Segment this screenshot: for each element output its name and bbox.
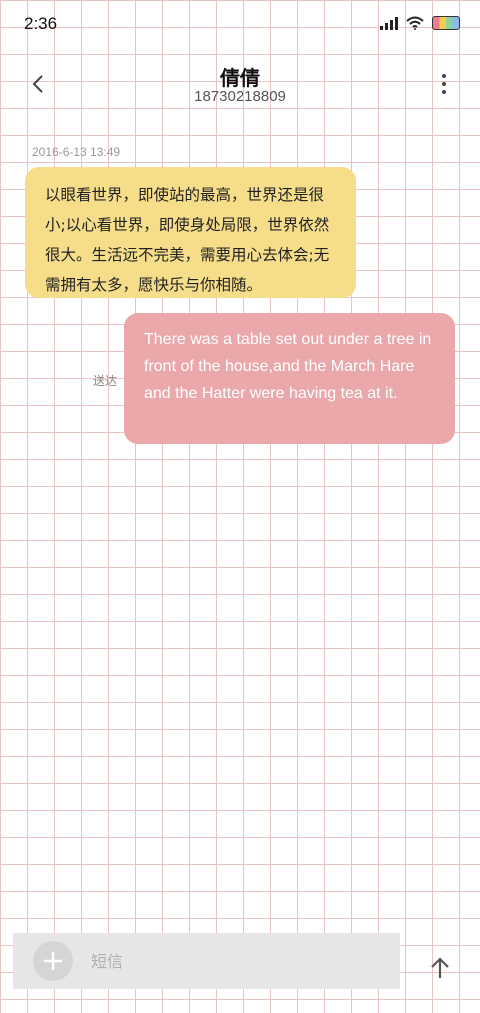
wifi-icon [406, 16, 424, 30]
send-button[interactable] [424, 952, 456, 984]
message-text: 以眼看世界，即使站的最高，世界还是很小;以心看世界，即使身处局限，世界依然很大。… [45, 186, 330, 294]
outgoing-message-bubble[interactable]: There was a table set out under a tree i… [124, 313, 455, 444]
composer-bar [13, 933, 400, 989]
more-vertical-icon [442, 74, 446, 78]
delivery-status: 送达 [93, 374, 118, 388]
signal-icon [380, 16, 398, 30]
more-options-button[interactable] [432, 70, 456, 98]
contact-number: 18730218809 [194, 88, 286, 105]
battery-icon [432, 16, 460, 30]
incoming-message-bubble[interactable]: 以眼看世界，即使站的最高，世界还是很小;以心看世界，即使身处局限，世界依然很大。… [25, 167, 356, 298]
message-timestamp: 2016-6-13 13:49 [32, 145, 121, 159]
status-bar: 2:36 [0, 0, 480, 52]
arrow-up-icon [431, 957, 449, 978]
conversation-header: 倩倩 18730218809 [0, 52, 480, 124]
contact-name: 倩倩 [220, 66, 260, 90]
status-icons [380, 16, 460, 30]
message-input[interactable] [91, 943, 381, 979]
add-attachment-button[interactable] [33, 941, 73, 981]
status-time: 2:36 [24, 14, 58, 33]
plus-icon [43, 951, 63, 971]
message-text: There was a table set out under a tree i… [144, 331, 432, 402]
